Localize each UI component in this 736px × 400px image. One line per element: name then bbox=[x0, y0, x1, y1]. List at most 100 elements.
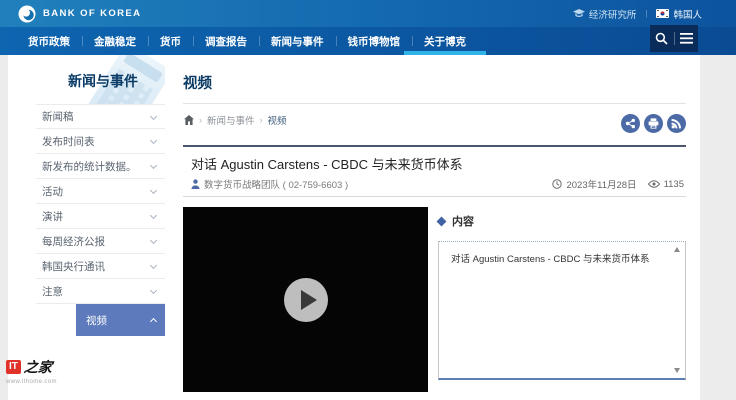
economic-research-label: 经济研究所 bbox=[589, 7, 637, 21]
chevron-down-icon bbox=[150, 212, 157, 219]
nav-label: 关于博克 bbox=[424, 34, 466, 49]
content-panel-header: 内容 bbox=[438, 213, 474, 229]
scroll-up-icon[interactable] bbox=[674, 247, 680, 252]
breadcrumb-videos[interactable]: 视频 bbox=[268, 113, 287, 127]
sidebar-item-notice[interactable]: 注意 bbox=[36, 279, 165, 304]
nav-label: 钱币博物馆 bbox=[348, 34, 401, 49]
content-body-text: 对话 Agustin Carstens - CBDC 与未来货币体系 bbox=[451, 253, 671, 266]
nav-item-currency[interactable]: 货币 bbox=[148, 27, 193, 55]
article-views: 1135 bbox=[648, 179, 684, 190]
rss-icon bbox=[671, 118, 682, 129]
sidebar-item-label: 发布时间表 bbox=[42, 134, 95, 149]
nav-item-about-bok[interactable]: 关于博克 bbox=[412, 27, 478, 55]
bank-of-korea-logo-icon bbox=[18, 5, 36, 23]
nav-label: 调查报告 bbox=[205, 34, 247, 49]
chevron-down-icon bbox=[150, 162, 157, 169]
utility-divider: | bbox=[645, 9, 647, 18]
chevron-down-icon bbox=[150, 137, 157, 144]
sidebar-item-label: 注意 bbox=[42, 284, 63, 299]
korean-flag-icon bbox=[656, 9, 669, 18]
sidebar-item-label: 每周经济公报 bbox=[42, 234, 105, 249]
nav-label: 新闻与事件 bbox=[271, 34, 324, 49]
diamond-bullet-icon bbox=[437, 216, 447, 226]
scroll-down-icon[interactable] bbox=[674, 368, 680, 373]
ithome-url: www.ithome.com bbox=[6, 379, 84, 385]
video-player[interactable] bbox=[183, 207, 428, 392]
sidebar-item-label: 韩国央行通讯 bbox=[42, 259, 105, 274]
date-label: 2023年11月28日 bbox=[566, 177, 636, 191]
search-button[interactable] bbox=[652, 29, 672, 49]
content-textarea[interactable]: 对话 Agustin Carstens - CBDC 与未来货币体系 bbox=[438, 241, 686, 380]
views-count: 1135 bbox=[664, 179, 684, 190]
tools-divider bbox=[674, 32, 675, 45]
sidebar-title: 新闻与事件 bbox=[68, 71, 138, 91]
share-icon bbox=[625, 118, 636, 129]
share-button[interactable] bbox=[621, 114, 640, 133]
chevron-down-icon bbox=[150, 187, 157, 194]
sidebar-item-speeches[interactable]: 演讲 bbox=[36, 204, 165, 229]
main-nav: 货币政策 金融稳定 货币 调查报告 新闻与事件 钱币博物馆 关于博克 bbox=[0, 27, 736, 55]
hamburger-icon bbox=[680, 33, 693, 44]
sidebar-item-events[interactable]: 活动 bbox=[36, 179, 165, 204]
sidebar-header: 新闻与事件 bbox=[8, 55, 165, 104]
breadcrumb-separator: › bbox=[199, 115, 202, 125]
sidebar-item-press-releases[interactable]: 新闻稿 bbox=[36, 104, 165, 129]
nav-item-money-museum[interactable]: 钱币博物馆 bbox=[336, 27, 413, 55]
brand-logo-link[interactable]: BANK OF KOREA bbox=[18, 5, 141, 23]
nav-tools bbox=[650, 25, 698, 52]
graduation-cap-icon bbox=[573, 9, 585, 18]
nav-label: 货币政策 bbox=[28, 34, 70, 49]
sidebar-item-release-schedule[interactable]: 发布时间表 bbox=[36, 129, 165, 154]
department-label: 数字货币战略团队 ( 02-759-6603 ) bbox=[204, 177, 348, 191]
breadcrumb-separator: › bbox=[260, 115, 263, 125]
content-card: 新闻与事件 新闻稿 发布时间表 新发布的统计数据。 活动 演讲 每周经济公报 韩… bbox=[8, 55, 700, 400]
sidebar-item-label: 新闻稿 bbox=[42, 109, 74, 124]
sidebar-item-label: 新发布的统计数据。 bbox=[42, 159, 137, 174]
page-title: 视频 bbox=[183, 72, 212, 93]
ithome-logo-script: 之家 bbox=[23, 357, 53, 377]
chevron-down-icon bbox=[150, 237, 157, 244]
nav-item-financial-stability[interactable]: 金融稳定 bbox=[82, 27, 148, 55]
menu-button[interactable] bbox=[676, 29, 696, 49]
clock-icon bbox=[552, 179, 562, 189]
sidebar-item-new-statistics[interactable]: 新发布的统计数据。 bbox=[36, 154, 165, 179]
print-button[interactable] bbox=[644, 114, 663, 133]
person-icon bbox=[191, 179, 200, 189]
chevron-up-icon bbox=[150, 318, 157, 325]
nav-label: 货币 bbox=[160, 34, 181, 49]
play-button[interactable] bbox=[284, 278, 328, 322]
language-label: 韩国人 bbox=[673, 7, 702, 21]
content-panel-heading: 内容 bbox=[452, 213, 474, 229]
eye-icon bbox=[648, 180, 660, 188]
chevron-down-icon bbox=[150, 287, 157, 294]
sidebar-item-bok-newsletter[interactable]: 韩国央行通讯 bbox=[36, 254, 165, 279]
nav-item-news-events[interactable]: 新闻与事件 bbox=[259, 27, 336, 55]
sidebar-menu: 新闻稿 发布时间表 新发布的统计数据。 活动 演讲 每周经济公报 韩国央行通讯 … bbox=[36, 104, 165, 336]
chevron-down-icon bbox=[150, 262, 157, 269]
breadcrumb: › 新闻与事件 › 视频 bbox=[184, 113, 287, 127]
sidebar-item-label: 演讲 bbox=[42, 209, 63, 224]
home-icon[interactable] bbox=[184, 115, 194, 125]
ithome-watermark: IT 之家 www.ithome.com bbox=[6, 357, 84, 385]
chevron-down-icon bbox=[150, 112, 157, 119]
sidebar-item-weekly-bulletin[interactable]: 每周经济公报 bbox=[36, 229, 165, 254]
sidebar-item-label: 活动 bbox=[42, 184, 63, 199]
nav-label: 金融稳定 bbox=[94, 34, 136, 49]
title-divider bbox=[183, 103, 686, 104]
search-icon bbox=[655, 32, 668, 45]
article-department: 数字货币战略团队 ( 02-759-6603 ) bbox=[191, 177, 348, 191]
rss-button[interactable] bbox=[667, 114, 686, 133]
article-header: 对话 Agustin Carstens - CBDC 与未来货币体系 数字货币战… bbox=[183, 145, 686, 197]
print-icon bbox=[648, 118, 659, 129]
nav-item-monetary-policy[interactable]: 货币政策 bbox=[16, 27, 82, 55]
nav-item-research-reports[interactable]: 调查报告 bbox=[193, 27, 259, 55]
language-link[interactable]: 韩国人 bbox=[656, 7, 702, 21]
sidebar-item-videos[interactable]: 视频 bbox=[76, 304, 165, 336]
article-title: 对话 Agustin Carstens - CBDC 与未来货币体系 bbox=[191, 154, 463, 173]
article-date: 2023年11月28日 bbox=[552, 177, 636, 191]
sidebar-item-label: 视频 bbox=[86, 313, 107, 328]
breadcrumb-news-events[interactable]: 新闻与事件 bbox=[207, 113, 255, 127]
economic-research-link[interactable]: 经济研究所 bbox=[573, 7, 637, 21]
top-utility-bar: BANK OF KOREA 经济研究所 | bbox=[0, 0, 736, 27]
brand-name: BANK OF KOREA bbox=[43, 8, 141, 19]
